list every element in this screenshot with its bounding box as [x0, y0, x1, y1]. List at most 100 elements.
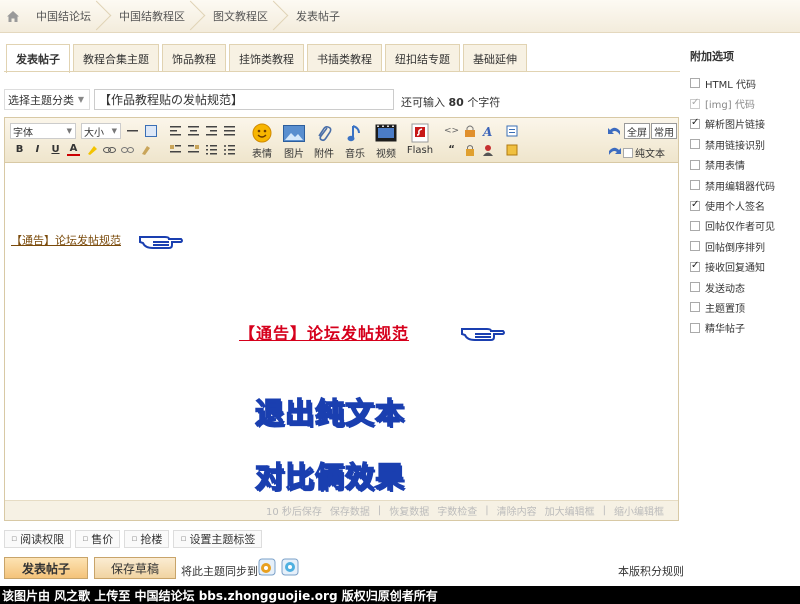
topic-type-select[interactable]: 选择主题分类 ▼: [4, 89, 90, 110]
unordered-list-icon[interactable]: [223, 143, 236, 156]
sync-weibo-icon[interactable]: [258, 558, 276, 579]
option-sticky[interactable]: 主题置顶: [690, 297, 796, 317]
link-icon[interactable]: [103, 143, 116, 156]
align-justify-icon[interactable]: [223, 124, 236, 137]
checkbox[interactable]: [690, 139, 700, 150]
option-html-code[interactable]: HTML 代码: [690, 73, 796, 93]
user-icon[interactable]: [481, 143, 494, 156]
breadcrumb-item[interactable]: 中国结教程区: [109, 0, 203, 33]
fullscreen-button[interactable]: 全屏: [624, 123, 650, 139]
word-count-link[interactable]: 字数检查: [433, 503, 481, 518]
option-label: 接收回复通知: [705, 263, 765, 275]
checkbox[interactable]: [690, 199, 700, 211]
read-permission-button[interactable]: 阅读权限: [4, 530, 72, 548]
float-left-icon[interactable]: [169, 143, 182, 156]
paperclip-icon: [307, 121, 341, 145]
option-reverse-order[interactable]: 回帖倒序排列: [690, 236, 796, 256]
video-button[interactable]: 视频: [369, 121, 403, 160]
quote-icon[interactable]: “: [445, 143, 458, 156]
breadcrumb-item[interactable]: 中国结论坛: [26, 0, 109, 33]
italic-button[interactable]: I: [31, 143, 44, 156]
plain-text-checkbox[interactable]: [623, 147, 633, 158]
checkbox[interactable]: [690, 220, 700, 231]
image-button[interactable]: 图片: [277, 121, 311, 160]
tab-post[interactable]: 发表帖子: [6, 44, 70, 73]
ordered-list-icon[interactable]: [205, 143, 218, 156]
shrink-editor-link[interactable]: 缩小编辑框: [610, 503, 668, 518]
option-parse-image-links[interactable]: 解析图片链接: [690, 114, 796, 134]
redo-icon[interactable]: [608, 144, 621, 157]
save-draft-button[interactable]: 保存草稿: [94, 557, 176, 579]
unlink-icon[interactable]: [121, 143, 134, 156]
undo-icon[interactable]: [608, 124, 621, 137]
checkbox[interactable]: [690, 282, 700, 293]
code-icon[interactable]: <>: [444, 124, 459, 137]
font-style-icon[interactable]: A: [481, 124, 494, 137]
page-break-icon[interactable]: [505, 124, 518, 137]
tab-basic[interactable]: 基础延伸: [463, 44, 527, 72]
breadcrumb-item[interactable]: 图文教程区: [203, 0, 286, 33]
checkbox[interactable]: [690, 117, 700, 129]
points-rules-link[interactable]: 本版积分规则: [618, 563, 684, 579]
align-right-icon[interactable]: [205, 124, 218, 137]
attach-button[interactable]: 附件: [307, 121, 341, 160]
checkbox[interactable]: [690, 302, 700, 313]
sync-qzone-icon[interactable]: [281, 558, 299, 579]
clear-format-icon[interactable]: [139, 143, 152, 156]
checkbox[interactable]: [690, 322, 700, 333]
align-center-icon[interactable]: [187, 124, 200, 137]
tab-button-knot[interactable]: 纽扣结专题: [385, 44, 460, 72]
plain-text-toggle[interactable]: 纯文本: [623, 145, 665, 160]
topic-tags-button[interactable]: 设置主题标签: [173, 530, 263, 548]
clear-content-link[interactable]: 清除内容: [493, 503, 541, 518]
editor-content[interactable]: 【通告】论坛发帖规范 【通告】论坛发帖规范 退出纯文本 对比俩效果: [5, 164, 678, 500]
size-select[interactable]: 大小 ▼: [81, 123, 121, 139]
checkbox[interactable]: [690, 78, 700, 89]
option-reply-author-only[interactable]: 回帖仅作者可见: [690, 216, 796, 236]
option-use-signature[interactable]: 使用个人签名: [690, 195, 796, 215]
lock-icon[interactable]: [463, 143, 476, 156]
additional-options-title: 附加选项: [690, 50, 734, 63]
tab-bookmark[interactable]: 书插类教程: [307, 44, 382, 72]
subject-input[interactable]: 【作品教程贴の发帖规范】: [94, 89, 394, 110]
tab-collection[interactable]: 教程合集主题: [73, 44, 159, 72]
font-color-button[interactable]: A: [67, 143, 80, 156]
option-img-code: [img] 代码: [690, 93, 796, 113]
option-reply-notify[interactable]: 接收回复通知: [690, 257, 796, 277]
table-icon[interactable]: [144, 124, 157, 137]
tab-accessory[interactable]: 饰品教程: [162, 44, 226, 72]
common-mode-button[interactable]: 常用: [651, 123, 677, 139]
submit-post-button[interactable]: 发表帖子: [4, 557, 88, 579]
highlight-icon[interactable]: [85, 143, 98, 156]
floor-grab-button[interactable]: 抢楼: [124, 530, 170, 548]
checkbox[interactable]: [690, 241, 700, 252]
checkbox[interactable]: [690, 260, 700, 272]
price-button[interactable]: 售价: [75, 530, 121, 548]
option-disable-link-detect[interactable]: 禁用链接识别: [690, 134, 796, 154]
flash-button[interactable]: Flash: [401, 121, 439, 156]
bold-button[interactable]: B: [13, 143, 26, 156]
music-button[interactable]: 音乐: [338, 121, 372, 160]
home-icon[interactable]: [0, 0, 26, 33]
float-right-icon[interactable]: [187, 143, 200, 156]
option-disable-editor-code[interactable]: 禁用编辑器代码: [690, 175, 796, 195]
hide-content-icon[interactable]: [463, 124, 476, 137]
checkbox[interactable]: [690, 180, 700, 191]
restore-data-link[interactable]: 恢复数据: [385, 503, 433, 518]
tab-pendant[interactable]: 挂饰类教程: [229, 44, 304, 72]
save-data-link[interactable]: 保存数据: [326, 503, 374, 518]
template-icon[interactable]: [505, 143, 518, 156]
enlarge-editor-link[interactable]: 加大编辑框: [541, 503, 599, 518]
align-left-icon[interactable]: [169, 124, 182, 137]
notice-link-small[interactable]: 【通告】论坛发帖规范: [11, 232, 121, 248]
option-digest[interactable]: 精华帖子: [690, 318, 796, 338]
underline-button[interactable]: U: [49, 143, 62, 156]
option-disable-emoji[interactable]: 禁用表情: [690, 155, 796, 175]
notice-link-red[interactable]: 【通告】论坛发帖规范: [239, 320, 409, 344]
checkbox[interactable]: [690, 159, 700, 170]
emoji-button[interactable]: 表情: [245, 121, 279, 160]
autosave-countdown: 10 秒后保存: [265, 507, 322, 518]
font-select[interactable]: 字体 ▼: [10, 123, 76, 139]
horizontal-rule-icon[interactable]: [126, 124, 139, 137]
option-post-feed[interactable]: 发送动态: [690, 277, 796, 297]
